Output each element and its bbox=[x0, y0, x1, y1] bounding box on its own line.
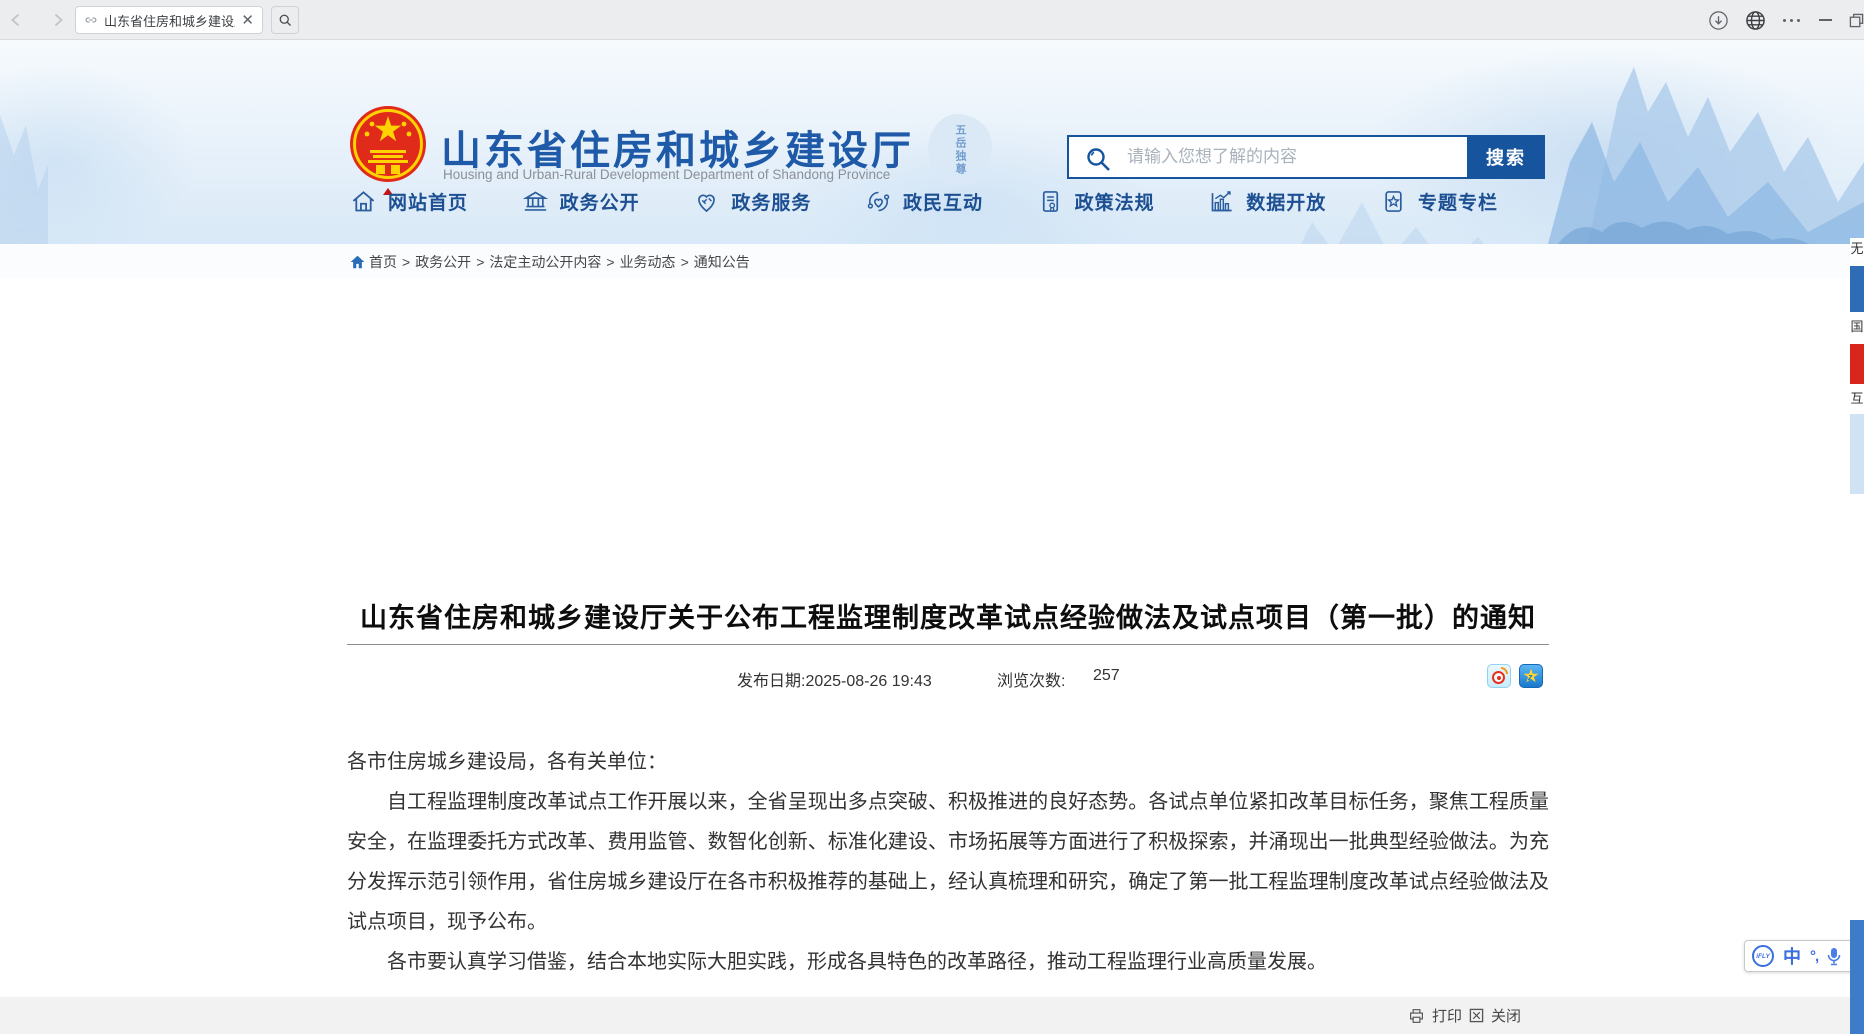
paragraph-salutation: 各市住房城乡建设局，各有关单位： bbox=[347, 742, 1549, 782]
paragraph-main: 自工程监理制度改革试点工作开展以来，全省呈现出多点突破、积极推进的良好态势。各试… bbox=[347, 782, 1549, 942]
breadcrumb-item[interactable]: 首页 bbox=[369, 252, 397, 272]
restore-window-icon[interactable] bbox=[1843, 8, 1864, 32]
breadcrumb: 首页> 政务公开> 法定主动公开内容> 业务动态> 通知公告 bbox=[350, 252, 750, 272]
close-page-icon[interactable] bbox=[1469, 1008, 1484, 1023]
print-button[interactable]: 打印 bbox=[1432, 1005, 1462, 1026]
link-icon bbox=[84, 13, 98, 27]
breadcrumb-band bbox=[0, 244, 1864, 278]
ime-logo-icon[interactable]: iFLY bbox=[1752, 945, 1774, 967]
tab-close-icon[interactable]: ✕ bbox=[241, 13, 254, 28]
nav-item-gov-info[interactable]: 政务公开 bbox=[522, 188, 640, 215]
views-count: 257 bbox=[1093, 667, 1120, 685]
nav-item-gov-services[interactable]: 政务服务 bbox=[693, 188, 811, 215]
share-weibo-icon[interactable] bbox=[1487, 664, 1511, 688]
ime-toolbar: iFLY 中 °, bbox=[1744, 940, 1864, 972]
browser-tab[interactable]: 山东省住房和城乡建设厅 通知 ✕ bbox=[75, 6, 263, 34]
nav-item-policies[interactable]: 政策法规 bbox=[1037, 188, 1155, 215]
views-label: 浏览次数: bbox=[997, 667, 1065, 691]
breadcrumb-item[interactable]: 法定主动公开内容 bbox=[489, 252, 601, 272]
minimize-window-icon[interactable] bbox=[1812, 8, 1838, 32]
site-search: 搜索 bbox=[1067, 135, 1545, 179]
breadcrumb-item[interactable]: 业务动态 bbox=[620, 252, 676, 272]
breadcrumb-home-icon bbox=[350, 255, 365, 269]
star-document-icon bbox=[1380, 188, 1407, 215]
mountain-seal-stone: 五岳独尊 bbox=[928, 114, 992, 186]
government-building-icon bbox=[522, 188, 549, 215]
search-button[interactable]: 搜索 bbox=[1467, 135, 1545, 179]
nav-item-special-topics[interactable]: 专题专栏 bbox=[1380, 188, 1498, 215]
browser-back-icon[interactable] bbox=[4, 8, 28, 32]
browser-toolbar: 山东省住房和城乡建设厅 通知 ✕ bbox=[0, 0, 1864, 40]
site-subtitle: Housing and Urban-Rural Development Depa… bbox=[443, 167, 890, 182]
address-search-icon[interactable] bbox=[271, 6, 299, 34]
heart-circle-icon bbox=[865, 188, 892, 215]
ime-punctuation-toggle[interactable]: °, bbox=[1810, 948, 1818, 965]
breadcrumb-item[interactable]: 通知公告 bbox=[694, 252, 750, 272]
breadcrumb-item[interactable]: 政务公开 bbox=[415, 252, 471, 272]
globe-icon[interactable] bbox=[1742, 8, 1768, 32]
footer-bar: 打印 关闭 bbox=[0, 997, 1864, 1034]
downloads-icon[interactable] bbox=[1705, 8, 1731, 32]
print-icon[interactable] bbox=[1408, 1008, 1425, 1024]
handshake-heart-icon bbox=[693, 188, 720, 215]
bar-chart-icon bbox=[1208, 188, 1235, 215]
article-meta: 发布日期:2025-08-26 19:43 浏览次数: 257 z bbox=[347, 664, 1549, 690]
paragraph-closing: 各市要认真学习借鉴，结合本地实际大胆实践，形成各具特色的改革路径，推动工程监理行… bbox=[347, 942, 1549, 982]
publish-date: 发布日期:2025-08-26 19:43 bbox=[737, 667, 932, 691]
ime-language-toggle[interactable]: 中 bbox=[1783, 943, 1801, 969]
tab-title: 山东省住房和城乡建设厅 通知 bbox=[104, 11, 235, 30]
ime-microphone-icon[interactable] bbox=[1827, 947, 1841, 966]
search-input[interactable] bbox=[1069, 137, 1467, 177]
article-body: 各市住房城乡建设局，各有关单位： 自工程监理制度改革试点工作开展以来，全省呈现出… bbox=[347, 742, 1549, 982]
share-qzone-icon[interactable]: z bbox=[1519, 664, 1543, 688]
national-emblem-logo bbox=[350, 102, 426, 196]
close-page-button[interactable]: 关闭 bbox=[1491, 1005, 1521, 1026]
landscape-painting-right bbox=[1548, 42, 1864, 244]
more-menu-icon[interactable] bbox=[1778, 8, 1804, 32]
site-header: 五岳独尊 山东省住房和城乡建设厅 Housing and Urban-Rural… bbox=[0, 40, 1864, 244]
home-icon bbox=[350, 188, 377, 215]
nav-item-public-interaction[interactable]: 政民互动 bbox=[865, 188, 983, 215]
main-nav: 网站首页 政务公开 政务服务 政民互动 政策法规 数据开放 专题专栏 bbox=[350, 188, 1498, 215]
title-divider bbox=[347, 644, 1549, 645]
nav-item-home[interactable]: 网站首页 bbox=[350, 188, 468, 215]
search-icon bbox=[1085, 146, 1112, 173]
nav-item-open-data[interactable]: 数据开放 bbox=[1208, 188, 1326, 215]
seal-text: 五岳独尊 bbox=[952, 124, 968, 176]
article-title: 山东省住房和城乡建设厅关于公布工程监理制度改革试点经验做法及试点项目（第一批）的… bbox=[347, 596, 1549, 635]
browser-forward-icon[interactable] bbox=[46, 8, 70, 32]
article-area: 山东省住房和城乡建设厅关于公布工程监理制度改革试点经验做法及试点项目（第一批）的… bbox=[0, 278, 1864, 997]
policy-document-icon bbox=[1037, 188, 1064, 215]
